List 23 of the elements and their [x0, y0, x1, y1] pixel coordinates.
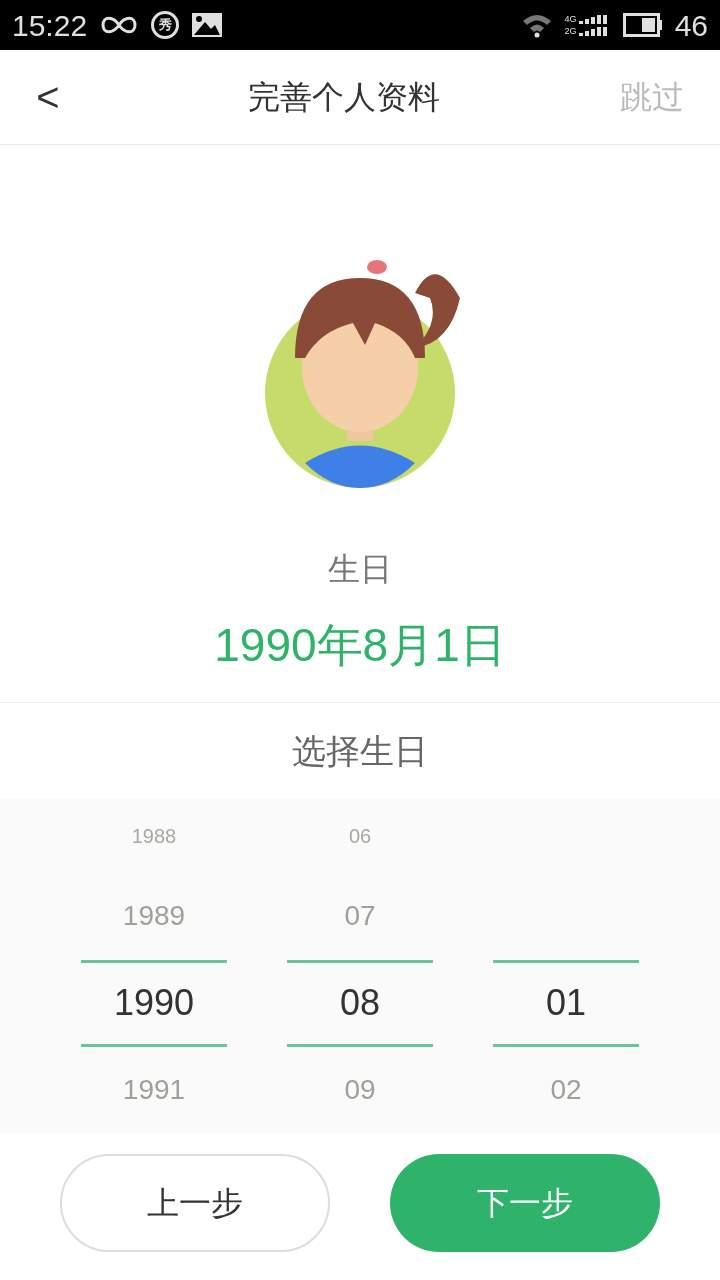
picker-option[interactable]: 01: [545, 976, 586, 1031]
birthday-label: 生日: [328, 550, 392, 589]
page-title: 完善个人资料: [247, 78, 441, 117]
picker-title: 选择生日: [292, 730, 428, 772]
picker-option[interactable]: 06: [348, 820, 372, 851]
status-time: 15:22: [12, 7, 88, 44]
picker-option[interactable]: 08: [339, 976, 380, 1031]
picker-option[interactable]: 1988: [131, 820, 177, 851]
birthday-value: 1990年8月1日: [214, 618, 506, 673]
picker-option[interactable]: 1990: [113, 976, 195, 1031]
back-button[interactable]: <: [28, 67, 68, 127]
picker-option[interactable]: 07: [344, 895, 376, 938]
next-button[interactable]: 下一步: [390, 1154, 660, 1252]
picker-option[interactable]: 1991: [122, 1069, 186, 1112]
battery-icon: [622, 13, 663, 37]
skip-button[interactable]: 跳过: [620, 73, 692, 121]
app-badge-icon: 秀: [151, 11, 180, 39]
picker-option[interactable]: 1989: [122, 895, 186, 938]
picker-option[interactable]: 02: [550, 1069, 582, 1112]
image-icon: [191, 12, 224, 38]
picker-option[interactable]: 09: [344, 1069, 376, 1112]
previous-button[interactable]: 上一步: [60, 1154, 330, 1252]
battery-level: 46: [674, 7, 708, 44]
